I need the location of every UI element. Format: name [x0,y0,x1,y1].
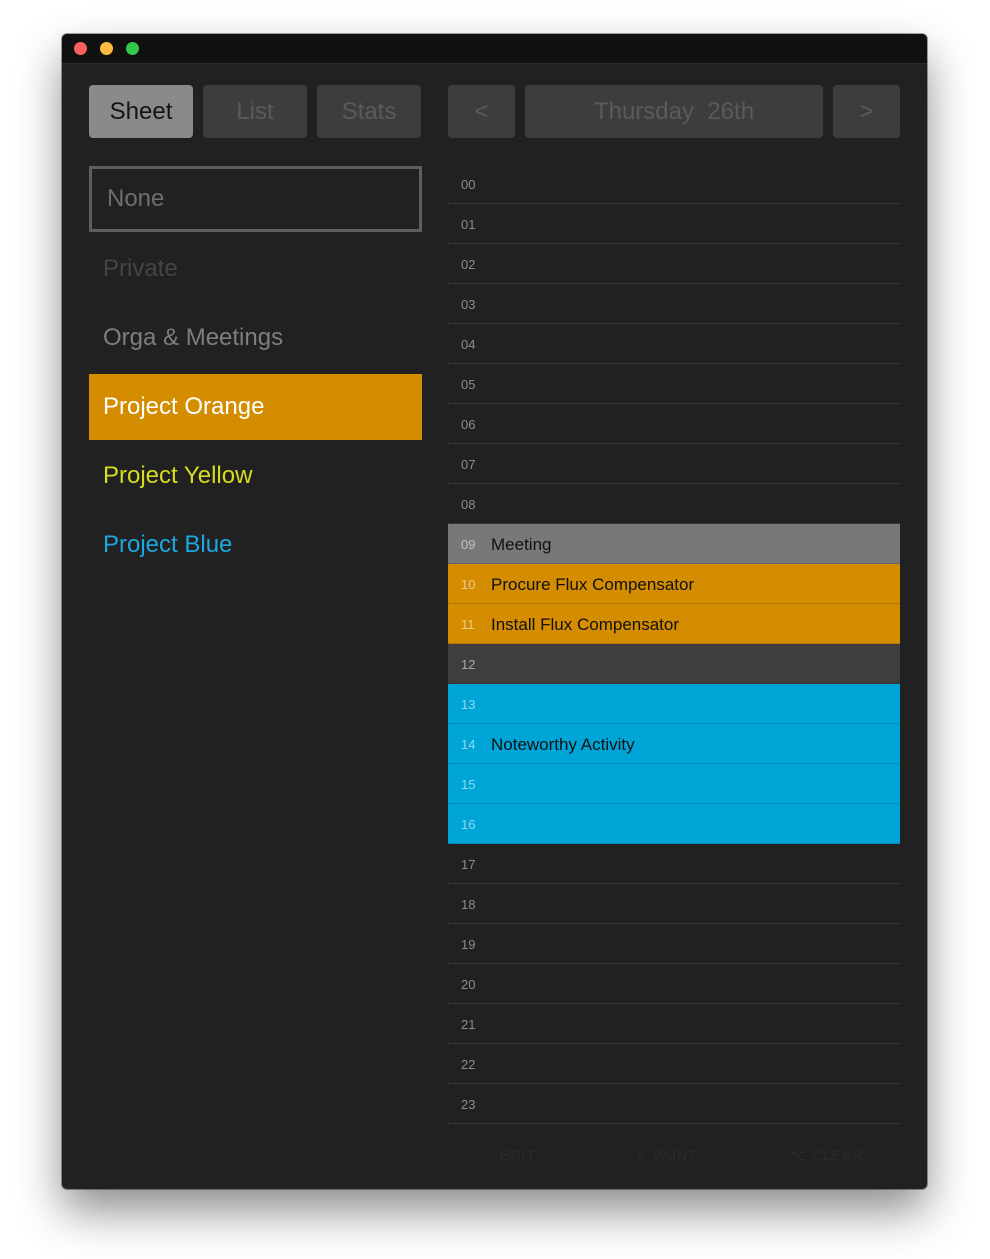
hour-row-16[interactable]: 16 [448,804,900,844]
hour-row-13[interactable]: 13 [448,684,900,724]
hour-row-11[interactable]: 11 Install Flux Compensator [448,604,900,644]
close-window-button[interactable] [74,42,87,55]
hour-number: 18 [461,897,476,912]
hour-number: 16 [461,817,476,832]
hour-number: 12 [461,657,476,672]
hour-number: 07 [461,457,476,472]
hour-number: 14 [461,737,476,752]
hour-number: 20 [461,977,476,992]
hour-row-08[interactable]: 08 [448,484,900,524]
tab-sheet[interactable]: Sheet [89,85,193,138]
category-none[interactable]: None [89,166,422,232]
category-project-orange[interactable]: Project Orange [89,374,422,440]
hour-row-02[interactable]: 02 [448,244,900,284]
hour-number: 13 [461,697,476,712]
category-project-yellow[interactable]: Project Yellow [89,443,422,509]
hour-row-03[interactable]: 03 [448,284,900,324]
category-orga-meetings[interactable]: Orga & Meetings [89,305,422,371]
hour-number: 17 [461,857,476,872]
hour-row-14[interactable]: 14 Noteworthy Activity [448,724,900,764]
hour-number: 04 [461,337,476,352]
tab-stats[interactable]: Stats [317,85,421,138]
hour-row-04[interactable]: 04 [448,324,900,364]
hour-row-06[interactable]: 06 [448,404,900,444]
hour-number: 22 [461,1057,476,1072]
hour-activity-label: Install Flux Compensator [491,615,680,634]
category-private[interactable]: Private [89,236,422,302]
hour-number: 06 [461,417,476,432]
hour-number: 02 [461,257,476,272]
title-bar[interactable] [62,34,927,64]
minimize-window-button[interactable] [100,42,113,55]
tab-list[interactable]: List [203,85,307,138]
hour-row-07[interactable]: 07 [448,444,900,484]
hour-row-22[interactable]: 22 [448,1044,900,1084]
hour-row-23[interactable]: 23 [448,1084,900,1124]
hour-number: 10 [461,577,476,592]
hour-number: 15 [461,777,476,792]
hour-row-21[interactable]: 21 [448,1004,900,1044]
hour-row-01[interactable]: 01 [448,204,900,244]
hour-activity-label: Procure Flux Compensator [491,575,695,594]
hour-row-12[interactable]: 12 [448,644,900,684]
day-title[interactable]: Thursday 26th [525,85,823,138]
hour-number: 21 [461,1017,476,1032]
previous-day-button[interactable]: < [448,85,515,138]
hour-sheet: 00 01 02 03 04 05 06 07 08 09 Meeting 10 Procure Flu… [448,164,900,1124]
hour-number: 05 [461,377,476,392]
paint-button[interactable]: ⇧ PAINT [635,1147,698,1164]
hour-number: 08 [461,497,476,512]
clear-button[interactable]: ⌥ CLEAR [790,1147,864,1164]
app-window: Sheet List Stats < Thursday 26th > None … [62,34,927,1189]
category-project-blue[interactable]: Project Blue [89,512,422,578]
hour-row-15[interactable]: 15 [448,764,900,804]
hour-row-05[interactable]: 05 [448,364,900,404]
hour-activity-label: Meeting [491,535,552,554]
next-day-button[interactable]: > [833,85,900,138]
hour-row-00[interactable]: 00 [448,164,900,204]
hour-row-19[interactable]: 19 [448,924,900,964]
hour-number: 01 [461,217,476,232]
hour-row-20[interactable]: 20 [448,964,900,1004]
hour-row-17[interactable]: 17 [448,844,900,884]
hour-row-09[interactable]: 09 Meeting [448,524,900,564]
hour-row-18[interactable]: 18 [448,884,900,924]
hour-number: 19 [461,937,476,952]
hour-activity-label: Noteworthy Activity [491,735,635,754]
zoom-window-button[interactable] [126,42,139,55]
hour-row-10[interactable]: 10 Procure Flux Compensator [448,564,900,604]
hour-number: 11 [461,617,475,632]
hour-number: 03 [461,297,476,312]
hour-number: 23 [461,1097,476,1112]
edit-button[interactable]: EDIT [500,1147,536,1163]
hour-number: 00 [461,177,476,192]
hour-number: 09 [461,537,476,552]
